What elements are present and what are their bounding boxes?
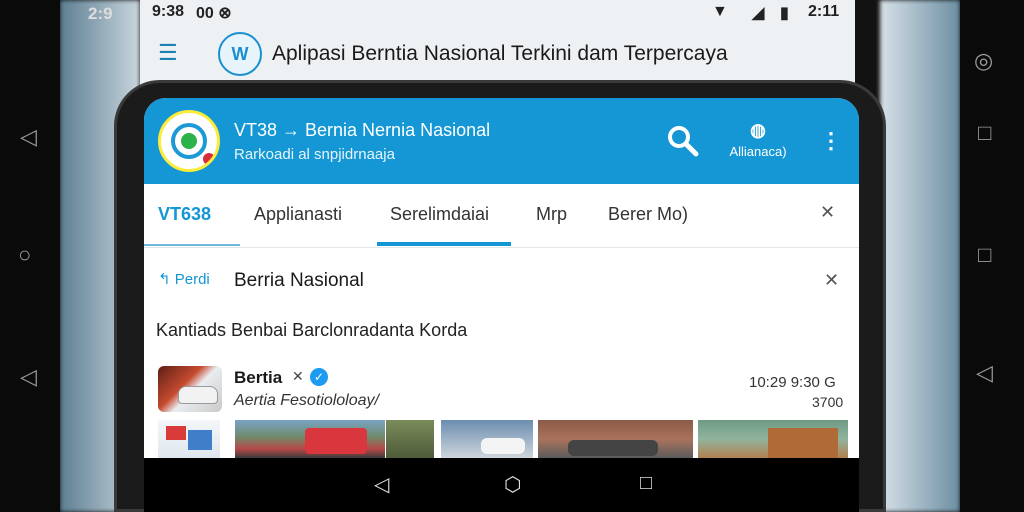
news-timestamp: 10:29 9:30 G (749, 374, 836, 391)
app-subtitle: Rarkoadi al snpjidrnaaja (234, 146, 395, 163)
app-logo-small: W (218, 32, 262, 76)
wifi-icon: ▼ (712, 3, 728, 20)
image-gallery (158, 420, 848, 458)
back-icon[interactable]: ◁ (976, 362, 993, 384)
tab-bar: VT638 Applianasti Serelimdaiai Mrp Berer… (144, 184, 859, 248)
hamburger-icon[interactable]: ☰ (158, 40, 178, 66)
news-source: Bertia (234, 368, 283, 387)
gallery-image[interactable] (538, 420, 693, 458)
gallery-image[interactable] (441, 420, 533, 458)
search-icon[interactable] (666, 124, 700, 158)
recents-icon[interactable]: □ (978, 244, 991, 266)
back-arrow-icon: ↰ (158, 271, 175, 288)
background-app-page: 9:38 00 ⊗ ▼ ◢ ▮ 2:11 ☰ W Aplipasi Bernti… (140, 0, 855, 90)
gallery-image[interactable] (235, 420, 385, 458)
gallery-image[interactable] (158, 420, 220, 458)
back-icon[interactable]: ◁ (20, 366, 37, 388)
background-status-bar: 9:38 00 ⊗ ▼ ◢ ▮ 2:11 (140, 0, 855, 24)
home-icon[interactable]: ◎ (974, 50, 993, 72)
back-link-label: Perdi (174, 271, 210, 288)
status-time-right: 2:11 (808, 3, 840, 20)
home-icon[interactable]: ⬡ (504, 472, 521, 497)
news-thumbnail[interactable] (158, 366, 222, 412)
right-navigation-bar: ◎ □ □ ◁ (960, 0, 1024, 512)
tab-brand[interactable]: VT638 (158, 204, 211, 225)
status-text-left: 2:9 (88, 4, 113, 23)
left-navigation-bar: ◁ ○ ◁ (0, 0, 60, 512)
news-count: 3700 (812, 394, 844, 410)
signal-icon: ◢ (752, 5, 765, 22)
account-label: Allianaca) (729, 144, 787, 159)
section-title: Kantiads Benbai Barclonradanta Korda (156, 320, 468, 340)
app-title: VT38 → Bernia Nernia Nasional (234, 120, 491, 140)
more-vertical-icon[interactable]: ⋮ (820, 124, 842, 158)
tab-serelimdaiai[interactable]: Serelimdaiai (390, 204, 489, 225)
tab-applianasti[interactable]: Applianasti (254, 204, 342, 225)
status-time-left: 9:38 (152, 3, 185, 20)
account-icon: ◍ (750, 120, 766, 140)
account-button[interactable]: ◍ Allianaca) (718, 120, 798, 164)
status-icons-left: 00 ⊗ (196, 5, 232, 22)
gallery-image[interactable] (698, 420, 848, 458)
recents-icon[interactable]: □ (978, 122, 991, 144)
verified-icon: ✓ (310, 368, 328, 386)
background-page-title: Aplipasi Berntia Nasional Terkini dam Te… (272, 42, 728, 65)
page-title: Berria Nasional (234, 270, 364, 291)
back-icon[interactable]: ◁ (20, 126, 37, 148)
system-navigation-bar: ◁ ⬡ □ (144, 458, 859, 512)
close-icon[interactable]: ✕ (820, 202, 835, 223)
app-logo[interactable] (158, 110, 220, 172)
close-icon[interactable]: ✕ (292, 368, 304, 385)
list-item[interactable]: Bertia ✕ ✓ Aertia Fesotiololoay/ 10:29 9… (144, 360, 859, 420)
phone-screen: VT38 → Bernia Nernia Nasional Rarkoadi a… (144, 98, 859, 458)
close-icon[interactable]: ✕ (824, 270, 839, 291)
tab-berer-mo[interactable]: Berer Mo) (608, 204, 688, 225)
tab-mrp[interactable]: Mrp (536, 204, 567, 225)
app-bar: VT38 → Bernia Nernia Nasional Rarkoadi a… (144, 98, 859, 184)
news-description: Aertia Fesotiololoay/ (234, 392, 379, 409)
battery-icon: ▮ (780, 5, 789, 22)
recents-icon[interactable]: □ (640, 472, 652, 495)
gallery-image[interactable] (386, 420, 434, 458)
back-link[interactable]: ↰ Perdi (158, 270, 210, 288)
tab-indicator-active (377, 242, 511, 246)
home-icon[interactable]: ○ (18, 244, 31, 266)
blurred-background-right (880, 0, 960, 512)
tab-indicator-secondary (144, 244, 240, 246)
back-icon[interactable]: ◁ (374, 472, 389, 497)
breadcrumb: ↰ Perdi Berria Nasional ✕ (144, 248, 859, 314)
